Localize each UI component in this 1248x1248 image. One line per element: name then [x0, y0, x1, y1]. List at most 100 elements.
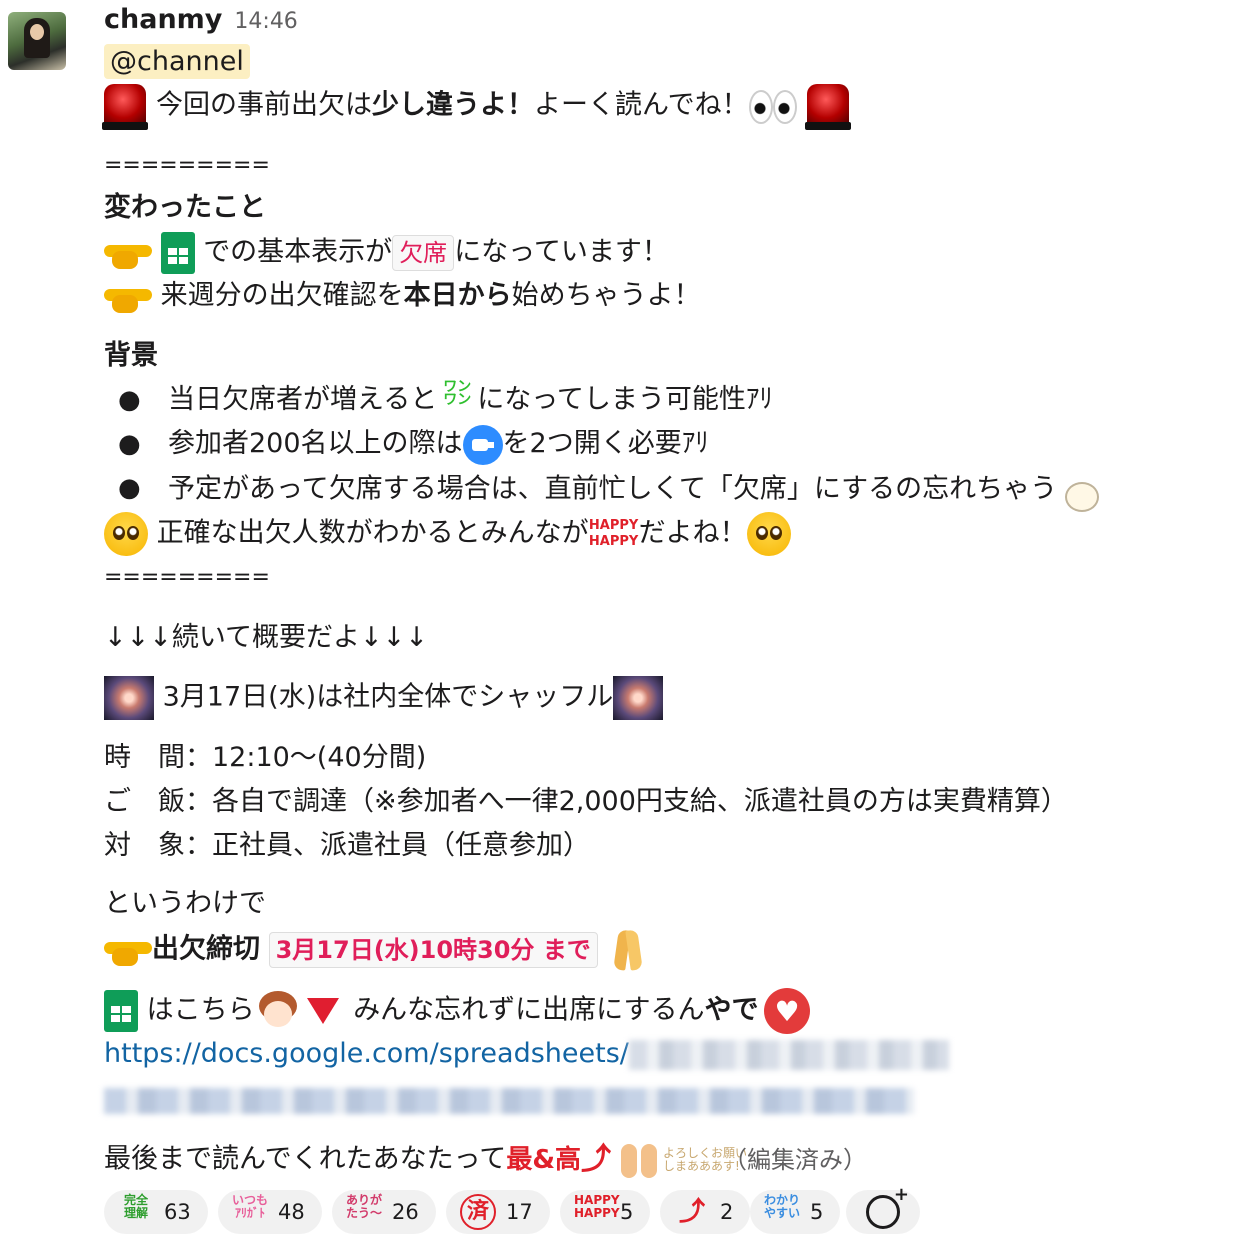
bullet-2-post: を2つ開く必要ｱﾘ — [502, 428, 709, 459]
channel-mention[interactable]: @channel — [104, 44, 250, 79]
red-triangle-down-icon — [306, 998, 339, 1024]
detail-time: 時 間：12:10〜(40分間) — [104, 742, 427, 773]
add-emoji-icon — [866, 1184, 909, 1229]
reaction-count: 63 — [164, 1200, 191, 1224]
intro-bold: 少し違うよ！ — [372, 89, 534, 121]
reaction-count: 17 — [506, 1200, 533, 1224]
google-sheets-icon — [104, 990, 138, 1032]
pleading-face-icon — [746, 512, 791, 556]
changes-item-2-post: 始めちゃうよ！ — [511, 280, 701, 311]
happy-happy-icon: HAPPY HAPPY — [588, 518, 639, 549]
reaction-count: 26 — [392, 1200, 419, 1224]
closing-pre: 正確な出欠人数がわかるとみんなが — [156, 517, 589, 549]
reaction-count: 5 — [620, 1200, 634, 1224]
saiko-icon: 最&高 — [506, 1145, 581, 1175]
bullet-dot: ● — [118, 385, 141, 415]
sheet-line-post: みんな忘れずに出席にするん — [353, 994, 705, 1026]
galaxy-icon — [613, 676, 664, 720]
deadline-label: 出欠締切 — [152, 933, 260, 965]
bullet-2: ● 参加者200名以上の際は を2つ開く必要ｱﾘ — [104, 424, 1244, 465]
happy-happy-icon: HAPPY HAPPY — [574, 1193, 620, 1220]
pointing-hand-icon — [104, 281, 152, 313]
divider: ========= — [104, 153, 270, 178]
reaction-sumi[interactable]: 済 17 — [446, 1190, 550, 1234]
sheet-line-pre: はこちら — [146, 994, 255, 1026]
galaxy-icon — [104, 676, 154, 720]
intro-post: よーく読んでね！ — [534, 89, 749, 121]
timestamp[interactable]: 14:46 — [234, 9, 297, 34]
sumi-stamp-icon: 済 — [460, 1194, 496, 1230]
peko-chan-icon — [255, 991, 301, 1031]
avatar-face — [30, 24, 44, 40]
changes-heading: 変わったこと — [104, 192, 266, 223]
folded-hands-icon — [606, 928, 652, 972]
redacted-link-part-icon[interactable] — [628, 1039, 949, 1070]
reaction-happy-happy[interactable]: HAPPY HAPPY 5 — [560, 1190, 650, 1234]
cat-icon — [1057, 468, 1101, 512]
final-line-text: 最後まで読んでくれたあなたって — [104, 1143, 507, 1175]
final-line: 最後まで読んでくれたあなたって最&高⤴ よろしくお願い しまあああす!（編集済み） — [104, 1138, 867, 1182]
intro-line: 今回の事前出欠は少し違うよ！よーく読んでね！ — [102, 84, 859, 130]
add-reaction-button[interactable] — [846, 1184, 920, 1234]
changes-item-1-pre: での基本表示が — [203, 236, 393, 268]
bullet-1: ● 当日欠席者が増えると ワン ワン になってしまう可能性ｱﾘ — [104, 380, 1244, 420]
zoom-icon — [462, 424, 503, 465]
absent-code: 欠席 — [392, 235, 455, 271]
event-title-line: 3月17日(水)は社内全体でシャッフル — [104, 676, 664, 720]
yoroshiku-icon: よろしくお願い しまあああす! — [663, 1146, 748, 1173]
changes-item-2-pre: 来週分の出欠確認を — [160, 280, 404, 311]
reaction-count: 2 — [720, 1200, 734, 1224]
yade-text: やで — [704, 994, 759, 1026]
edited-label: （編集済み） — [723, 1145, 867, 1174]
detail-target: 対 象：正社員、派遣社員（任意参加） — [104, 830, 590, 861]
arigatou-icon: ありが たう〜 — [346, 1193, 383, 1220]
mention-line: @channel — [104, 42, 250, 82]
message-header: chanmy 14:46 — [104, 0, 298, 42]
wakari-yasui-icon: わかり やすい — [764, 1193, 801, 1220]
so-line: というわけで — [104, 888, 266, 919]
changes-item-1: での基本表示が 欠席 になっています！ — [104, 232, 669, 274]
bullet-dot: ● — [118, 429, 141, 459]
kanzen-rikai-icon: 完全 理解 — [123, 1193, 148, 1220]
eyes-icon — [748, 88, 797, 124]
avatar[interactable] — [8, 12, 66, 70]
pointing-hand-icon — [104, 934, 152, 966]
reaction-itsumo-arigato[interactable]: いつも ｱﾘｶﾞﾄ 48 — [218, 1190, 322, 1234]
changes-item-2-bold: 本日から — [403, 280, 512, 311]
intro-pre: 今回の事前出欠は — [156, 89, 372, 121]
raised-hands-icon — [617, 1138, 663, 1182]
google-sheets-icon — [160, 232, 195, 274]
sheet-line: はこちら みんな忘れずに出席にするんやで — [104, 988, 811, 1034]
siren-icon — [804, 84, 851, 130]
wanwan-icon: ワン ワン — [443, 378, 472, 408]
background-closing: 正確な出欠人数がわかるとみんながHAPPY HAPPYだよね！ — [104, 512, 791, 556]
bullet-dot: ● — [118, 473, 141, 503]
reaction-wakari-yasui[interactable]: わかり やすい 5 — [750, 1190, 840, 1234]
bullet-1-pre: 当日欠席者が増えると — [168, 384, 438, 415]
changes-item-1-post: になっています！ — [454, 236, 669, 268]
reaction-arigatou[interactable]: ありが たう〜 26 — [332, 1190, 436, 1234]
event-title: 3月17日(水)は社内全体でシャッフル — [162, 681, 614, 713]
pointing-hand-icon — [104, 237, 152, 269]
reaction-red-arrow[interactable]: ⤴ 2 — [660, 1190, 750, 1234]
bullet-1-post: になってしまう可能性ｱﾘ — [477, 384, 773, 415]
deadline-line: 出欠締切 3月17日(水)10時30分 まで — [104, 928, 652, 972]
redacted-link-continuation-icon[interactable] — [104, 1088, 914, 1114]
spreadsheet-link[interactable]: https://docs.google.com/spreadsheets/ — [104, 1038, 629, 1069]
divider: ========= — [104, 565, 270, 590]
background-heading: 背景 — [104, 340, 158, 371]
bullet-3-pre: 予定があって欠席する場合は、直前忙しくて「欠席」にするの忘れちゃう — [168, 473, 1058, 505]
deadline-value: 3月17日(水)10時30分 まで — [268, 932, 598, 968]
overview-line: ↓↓↓続いて概要だよ↓↓↓ — [104, 622, 428, 653]
reaction-kanzen-rikai[interactable]: 完全 理解 63 — [104, 1190, 208, 1234]
itsumo-arigato-icon: いつも ｱﾘｶﾞﾄ — [232, 1193, 269, 1220]
closing-post: だよね！ — [638, 517, 747, 549]
siren-icon — [102, 84, 148, 130]
sender-name[interactable]: chanmy — [104, 4, 222, 35]
red-up-arrow-icon: ⤴ — [678, 1197, 705, 1227]
reaction-count: 48 — [278, 1200, 305, 1224]
detail-meal: ご 飯：各自で調達（※参加者へ一律2,000円支給、派遣社員の方は実費精算） — [104, 786, 1068, 817]
heart-icon — [764, 988, 811, 1034]
link-line: https://docs.google.com/spreadsheets/ — [104, 1034, 949, 1074]
red-up-arrow-icon: ⤴ — [581, 1142, 611, 1177]
